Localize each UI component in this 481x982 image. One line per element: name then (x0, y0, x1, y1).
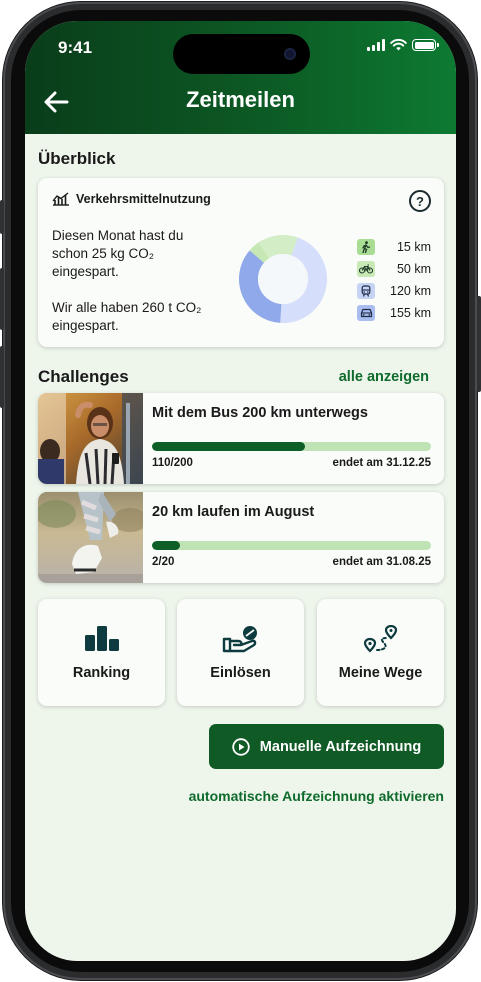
legend-value-train: 120 km (390, 284, 431, 298)
status-time: 9:41 (58, 38, 93, 57)
donut-slice-bike (258, 235, 298, 259)
wifi-icon (390, 39, 407, 51)
my-routes-tile[interactable]: Meine Wege (317, 599, 444, 706)
challenge-card-bus[interactable]: Mit dem Bus 200 km unterwegs 110/200 end… (38, 393, 444, 484)
overview-heading: Überblick (38, 149, 116, 168)
legend-row-bike: 50 km (357, 258, 431, 280)
ranking-tile[interactable]: Ranking (38, 599, 165, 706)
app-header: 9:41 Zeitmeilen (25, 21, 456, 134)
challenge-name: Mit dem Bus 200 km unterwegs (152, 405, 368, 421)
challenge-deadline: endet am 31.12.25 (332, 457, 431, 469)
legend-row-walk: 15 km (357, 236, 431, 258)
progress-bar (152, 541, 431, 550)
challenge-deadline: endet am 31.08.25 (332, 556, 431, 568)
challenge-card-running[interactable]: 20 km laufen im August 2/20 endet am 31.… (38, 492, 444, 583)
volume-down-button (0, 346, 4, 408)
redeem-hand-icon (222, 626, 257, 653)
usage-card-header: Verkehrsmittelnutzung (52, 192, 211, 206)
action-button (0, 200, 4, 234)
challenges-heading: Challenges (38, 367, 129, 386)
manual-record-label: Manuelle Aufzeichnung (259, 738, 422, 755)
legend-row-train: 120 km (357, 280, 431, 302)
mobility-legend: 15 km 50 km 120 km 155 km (357, 236, 431, 324)
legend-value-car: 155 km (390, 306, 431, 320)
help-icon[interactable]: ? (409, 190, 431, 212)
savings-text: Diesen Monat hast du schon 25 kg CO₂ ein… (52, 227, 222, 335)
redeem-tile[interactable]: Einlösen (177, 599, 304, 706)
challenge-name: 20 km laufen im August (152, 504, 315, 520)
power-button (477, 296, 481, 392)
tile-label: Meine Wege (338, 665, 423, 681)
battery-icon (412, 39, 439, 51)
usage-card-title: Verkehrsmittelnutzung (76, 192, 211, 206)
manual-record-button[interactable]: Manuelle Aufzeichnung (209, 724, 444, 769)
bike-icon (357, 261, 375, 277)
podium-icon (84, 626, 119, 651)
train-icon (357, 283, 375, 299)
see-all-link[interactable]: alle anzeigen (339, 369, 429, 385)
progress-fill (152, 442, 306, 451)
chart-trend-icon (52, 192, 69, 206)
app-screen: 9:41 Zeitmeilen Überblick Verkehrsmittel… (25, 21, 456, 961)
running-shoes-photo (38, 492, 143, 583)
walk-icon (357, 239, 375, 255)
status-icons (367, 39, 439, 51)
bus-passengers-photo (38, 393, 143, 484)
tile-label: Ranking (72, 665, 131, 681)
legend-value-bike: 50 km (396, 262, 431, 276)
cellular-signal-icon (367, 39, 385, 51)
donut-slice-walk (249, 242, 270, 263)
auto-record-link[interactable]: automatische Aufzeichnung aktivieren (25, 788, 444, 804)
car-icon (357, 305, 375, 321)
usage-card: Verkehrsmittelnutzung ? Diesen Monat has… (38, 178, 444, 347)
mobility-donut-chart (239, 235, 327, 323)
page-title: Zeitmeilen (186, 87, 295, 112)
tile-label: Einlösen (210, 665, 271, 681)
progress-count: 2/20 (152, 556, 175, 568)
progress-count: 110/200 (152, 457, 193, 469)
route-icon (363, 625, 397, 653)
progress-bar (152, 442, 431, 451)
volume-up-button (0, 268, 4, 330)
play-circle-icon (232, 737, 250, 756)
personal-savings: Diesen Monat hast du schon 25 kg CO₂ ein… (52, 228, 184, 279)
camera-icon (284, 48, 296, 60)
progress-fill (152, 541, 180, 550)
legend-row-car: 155 km (357, 302, 431, 324)
donut-center (258, 254, 308, 304)
community-savings: Wir alle haben 260 t CO₂ eingespart. (52, 300, 202, 333)
dynamic-island (173, 34, 310, 74)
legend-value-walk: 15 km (396, 240, 431, 254)
